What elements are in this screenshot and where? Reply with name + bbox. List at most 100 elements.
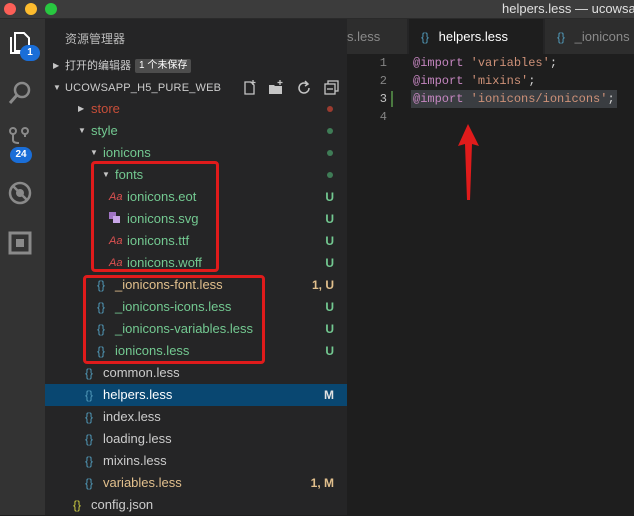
tree-item-label: style [91, 123, 118, 138]
code-punctuation: ; [607, 92, 615, 106]
unsaved-badge: 1 个未保存 [135, 59, 192, 73]
git-status: 1, U [311, 278, 334, 292]
explorer-title: 资源管理器 [65, 32, 126, 46]
file-loading-less[interactable]: {} loading.less [45, 428, 347, 450]
json-file-icon: {} [73, 498, 82, 512]
git-status: M [324, 388, 334, 402]
extensions-icon [8, 231, 32, 255]
code-keyword: @import [413, 56, 464, 70]
code-keyword: @import [413, 74, 464, 88]
annotation-box-less-files [83, 275, 265, 364]
status-dot [327, 106, 333, 112]
new-file-icon[interactable] [242, 80, 258, 96]
debug-activity[interactable] [6, 179, 38, 211]
less-file-icon: {} [557, 30, 566, 44]
search-activity[interactable] [6, 79, 38, 111]
code-line: @import 'mixins'; [413, 72, 535, 90]
git-status: U [325, 212, 334, 226]
line-number: 4 [379, 110, 387, 124]
scm-badge: 24 [10, 147, 32, 163]
less-file-icon: {} [85, 476, 94, 490]
explorer-activity[interactable]: 1 [6, 29, 40, 61]
line-number: 1 [379, 56, 387, 70]
source-control-activity[interactable]: 24 [6, 125, 38, 163]
code-string: 'mixins' [470, 74, 529, 88]
refresh-icon[interactable] [296, 80, 312, 96]
git-status: U [325, 300, 334, 314]
status-dot [327, 128, 333, 134]
file-mixins-less[interactable]: {} mixins.less [45, 450, 347, 472]
search-icon [8, 81, 31, 104]
status-dot [327, 172, 333, 178]
tree-item-label: common.less [103, 365, 180, 380]
folder-style[interactable]: ▼ style [45, 120, 347, 142]
tab-label: helpers.less [438, 29, 509, 44]
git-status: U [325, 190, 334, 204]
minimize-window-button[interactable] [25, 3, 37, 15]
file-config-json[interactable]: {} config.json [45, 494, 347, 516]
line-number: 3 [379, 92, 387, 106]
collapse-all-icon[interactable] [324, 80, 340, 96]
tree-item-label: index.less [103, 409, 161, 424]
chevron-right-icon: ▶ [53, 61, 60, 70]
tree-item-label: config.json [91, 497, 154, 512]
code-punctuation: ; [528, 74, 536, 88]
tree-item-label: helpers.less [103, 387, 173, 402]
git-status: 1, M [310, 476, 334, 490]
tree-item-label: store [91, 101, 120, 116]
code-editor[interactable]: 1 @import 'variables'; 2 @import 'mixins… [347, 54, 634, 515]
chevron-right-icon: ▶ [78, 104, 85, 113]
less-file-icon: {} [85, 454, 94, 468]
git-status: U [325, 256, 334, 270]
tab-label: _ionicons [574, 29, 630, 44]
code-line: @import 'variables'; [413, 54, 557, 72]
git-status: U [325, 344, 334, 358]
code-line: @import 'ionicons/ionicons'; [413, 90, 615, 108]
open-editors-section[interactable]: ▶ 打开的编辑器 1 个未保存 [45, 55, 347, 77]
less-file-icon: {} [85, 366, 94, 380]
window-title: helpers.less — ucowsa [502, 1, 634, 16]
annotation-box-fonts [91, 161, 219, 272]
less-file-icon: {} [85, 410, 94, 424]
title-bar: helpers.less — ucowsa [0, 0, 634, 19]
explorer-badge: 1 [20, 45, 40, 61]
tree-item-label: mixins.less [103, 453, 167, 468]
code-punctuation: ; [549, 56, 558, 70]
file-variables-less[interactable]: {} variables.less 1, M [45, 472, 347, 494]
tree-item-label: loading.less [103, 431, 172, 446]
project-label: UCOWSAPP_H5_PURE_WEB [65, 82, 222, 94]
git-status: U [325, 234, 334, 248]
tree-item-label: variables.less [103, 475, 182, 490]
tab-helpers-less[interactable]: {} helpers.less [409, 19, 543, 54]
line-number: 2 [379, 74, 387, 88]
file-helpers-less[interactable]: {} helpers.less M [45, 384, 347, 406]
extensions-activity[interactable] [6, 229, 38, 261]
project-section[interactable]: ▼ UCOWSAPP_H5_PURE_WEB [45, 77, 347, 99]
zoom-window-button[interactable] [45, 3, 57, 15]
annotation-arrow-icon [458, 124, 479, 200]
status-dot [327, 150, 333, 156]
close-window-button[interactable] [4, 3, 16, 15]
file-index-less[interactable]: {} index.less [45, 406, 347, 428]
chevron-down-icon: ▼ [78, 126, 86, 135]
code-string: 'variables' [470, 56, 550, 70]
less-file-icon: {} [85, 432, 94, 446]
open-editors-label: 打开的编辑器 [65, 60, 131, 72]
code-string: 'ionicons/ionicons' [470, 92, 608, 106]
less-file-icon: {} [85, 388, 94, 402]
bug-icon [8, 181, 32, 205]
git-status: U [325, 322, 334, 336]
new-folder-icon[interactable] [268, 80, 284, 96]
less-file-icon: {} [421, 30, 430, 44]
file-common-less[interactable]: {} common.less [45, 362, 347, 384]
activity-bar: 1 24 [0, 19, 45, 515]
code-keyword: @import [413, 92, 464, 106]
tab-ionicons[interactable]: {} _ionicons [545, 19, 634, 54]
folder-store[interactable]: ▶ store [45, 98, 347, 120]
chevron-down-icon: ▼ [53, 83, 61, 92]
tab-previous[interactable]: s.less [347, 19, 407, 54]
explorer-sidebar: 资源管理器 ▶ 打开的编辑器 1 个未保存 ▼ UCOWSAPP_H5_PURE… [45, 19, 347, 515]
modified-line-gutter [391, 91, 393, 107]
editor-tabs: s.less {} helpers.less {} _ionicons [347, 19, 634, 54]
tab-label: s.less [347, 29, 381, 44]
